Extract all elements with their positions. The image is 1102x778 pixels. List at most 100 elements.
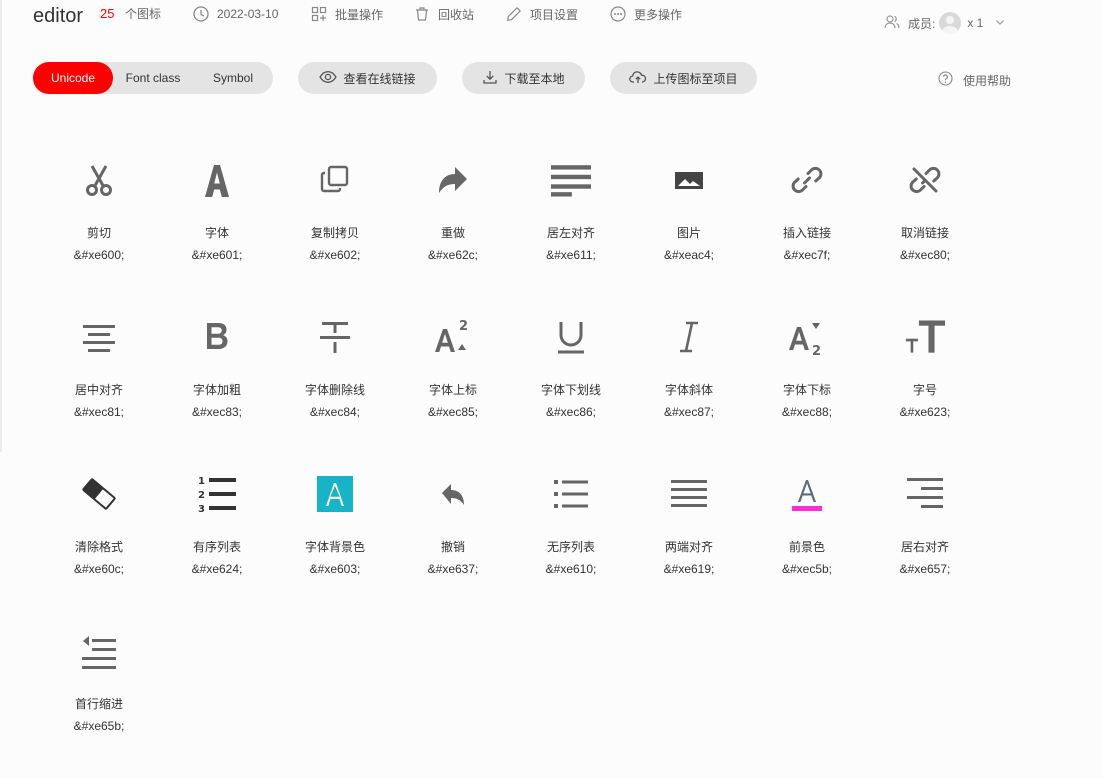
bold-icon bbox=[197, 315, 237, 359]
icon-code: &#xe637; bbox=[427, 562, 479, 576]
more-icon bbox=[610, 6, 626, 22]
icon-card[interactable]: 首行缩进 &#xe65b; bbox=[40, 621, 158, 778]
help-link[interactable]: 使用帮助 bbox=[938, 71, 1011, 89]
icon-card[interactable]: 字体加粗 &#xec83; bbox=[158, 307, 276, 464]
image-icon bbox=[669, 158, 709, 202]
icon-name: 字体上标 bbox=[428, 383, 477, 397]
icon-card[interactable]: 两端对齐 &#xe619; bbox=[630, 464, 748, 621]
clock-icon bbox=[193, 6, 209, 22]
view-online-link-button[interactable]: 查看在线链接 bbox=[298, 62, 437, 94]
font-color-icon bbox=[787, 472, 827, 516]
icon-card[interactable]: 清除格式 &#xe60c; bbox=[40, 464, 158, 621]
strikethrough-icon bbox=[315, 315, 355, 359]
icon-card[interactable]: 取消链接 &#xec80; bbox=[866, 150, 984, 307]
icon-card[interactable]: 字体斜体 &#xec87; bbox=[630, 307, 748, 464]
icon-card[interactable]: 1 2 3 有序列表 &#xe624; bbox=[158, 464, 276, 621]
icon-card[interactable]: 居左对齐 &#xe611; bbox=[512, 150, 630, 307]
icon-code: &#xec84; bbox=[309, 405, 361, 419]
icon-card[interactable]: 前景色 &#xec5b; bbox=[748, 464, 866, 621]
icon-code: &#xeac4; bbox=[663, 248, 715, 262]
undo-icon bbox=[433, 472, 473, 516]
batch-operation-button[interactable]: 批量操作 bbox=[311, 4, 383, 24]
tab-symbol[interactable]: Symbol bbox=[193, 62, 273, 94]
icon-name: 剪切 bbox=[86, 226, 111, 240]
icon-code: &#xec87; bbox=[663, 405, 715, 419]
question-icon bbox=[938, 71, 953, 89]
tab-font-class[interactable]: Font class bbox=[113, 62, 193, 94]
icon-code: &#xe611; bbox=[546, 248, 596, 262]
icon-code: &#xec86; bbox=[545, 405, 597, 419]
icon-code: &#xe601; bbox=[191, 248, 243, 262]
members-label: 成员: bbox=[908, 16, 936, 31]
download-button[interactable]: 下载至本地 bbox=[462, 62, 585, 94]
tab-unicode[interactable]: Unicode bbox=[33, 62, 113, 94]
project-settings-button[interactable]: 项目设置 bbox=[506, 4, 578, 24]
ordered-list-icon: 1 2 3 bbox=[197, 472, 237, 516]
chevron-down-icon bbox=[995, 16, 1005, 30]
icon-name: 字体加粗 bbox=[192, 383, 241, 397]
icon-card[interactable]: 无序列表 &#xe610; bbox=[512, 464, 630, 621]
icon-card[interactable]: 居右对齐 &#xe657; bbox=[866, 464, 984, 621]
unlink-icon bbox=[905, 158, 945, 202]
icon-code: &#xe600; bbox=[73, 248, 125, 262]
icon-code: &#xe624; bbox=[191, 562, 243, 576]
subscript-icon: 2 bbox=[787, 315, 827, 359]
background-color-icon bbox=[315, 472, 355, 516]
link-icon bbox=[787, 158, 827, 202]
align-center-icon bbox=[79, 315, 119, 359]
icon-card[interactable]: 2 字体上标 &#xec85; bbox=[394, 307, 512, 464]
icon-name: 字号 bbox=[912, 383, 937, 397]
superscript-icon: 2 bbox=[433, 315, 473, 359]
icon-code: &#xec80; bbox=[899, 248, 951, 262]
svg-text:2: 2 bbox=[198, 490, 205, 501]
left-border bbox=[0, 0, 2, 452]
icon-code: &#xec85; bbox=[427, 405, 479, 419]
icon-name: 字体 bbox=[204, 226, 229, 240]
download-icon bbox=[482, 69, 498, 88]
svg-text:3: 3 bbox=[198, 504, 205, 514]
indent-icon bbox=[79, 629, 119, 673]
icon-card[interactable]: 图片 &#xeac4; bbox=[630, 150, 748, 307]
icon-card[interactable]: 字体背景色 &#xe603; bbox=[276, 464, 394, 621]
icon-count: 25 bbox=[100, 6, 115, 21]
icon-name: 撤销 bbox=[440, 540, 465, 554]
justify-icon bbox=[669, 472, 709, 516]
scissors-icon bbox=[79, 158, 119, 202]
members-dropdown[interactable]: 成员: x 1 bbox=[884, 12, 1005, 34]
icon-card[interactable]: 重做 &#xe62c; bbox=[394, 150, 512, 307]
icon-card[interactable]: 字体下划线 &#xec86; bbox=[512, 307, 630, 464]
icon-card[interactable]: 剪切 &#xe600; bbox=[40, 150, 158, 307]
icon-card[interactable]: 插入链接 &#xec7f; bbox=[748, 150, 866, 307]
redo-icon bbox=[433, 158, 473, 202]
icon-card[interactable]: 撤销 &#xe637; bbox=[394, 464, 512, 621]
icon-name: 清除格式 bbox=[74, 540, 123, 554]
icon-name: 有序列表 bbox=[192, 540, 241, 554]
icon-card[interactable]: 字号 &#xe623; bbox=[866, 307, 984, 464]
avatar bbox=[939, 12, 962, 34]
icon-name: 前景色 bbox=[788, 540, 825, 554]
project-title: editor bbox=[33, 5, 84, 27]
icon-code: &#xe60c; bbox=[73, 562, 125, 576]
icon-code: &#xe602; bbox=[309, 248, 361, 262]
font-icon bbox=[197, 158, 237, 202]
icon-card[interactable]: 字体 &#xe601; bbox=[158, 150, 276, 307]
more-actions-button[interactable]: 更多操作 bbox=[610, 4, 682, 24]
svg-text:2: 2 bbox=[812, 344, 821, 357]
icon-card[interactable]: 复制拷贝 &#xe602; bbox=[276, 150, 394, 307]
upload-button[interactable]: 上传图标至项目 bbox=[610, 62, 757, 94]
align-right-icon bbox=[905, 472, 945, 516]
svg-text:2: 2 bbox=[459, 319, 468, 334]
pencil-icon bbox=[506, 6, 522, 22]
icon-name: 字体删除线 bbox=[304, 383, 365, 397]
icon-card[interactable]: 字体删除线 &#xec84; bbox=[276, 307, 394, 464]
icon-code: &#xec5b; bbox=[781, 562, 833, 576]
icon-card[interactable]: 居中对齐 &#xec81; bbox=[40, 307, 158, 464]
cloud-upload-icon bbox=[629, 69, 647, 88]
icon-card[interactable]: 2 字体下标 &#xec88; bbox=[748, 307, 866, 464]
icon-code: &#xe62c; bbox=[427, 248, 479, 262]
font-size-icon bbox=[905, 315, 945, 359]
copy-icon bbox=[315, 158, 355, 202]
icon-name: 两端对齐 bbox=[664, 540, 713, 554]
icon-name: 字体背景色 bbox=[304, 540, 365, 554]
recycle-bin-button[interactable]: 回收站 bbox=[414, 4, 474, 24]
